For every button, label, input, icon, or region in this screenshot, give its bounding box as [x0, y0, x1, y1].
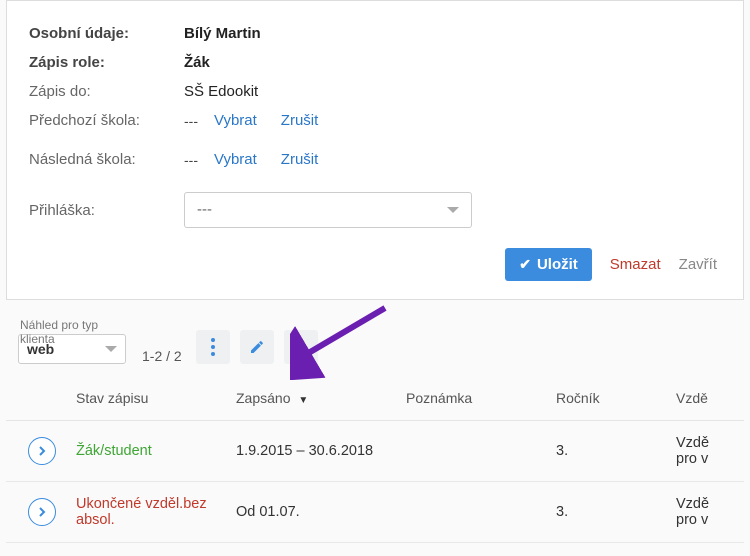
application-select[interactable]: --- [184, 192, 472, 228]
expand-row-button[interactable] [28, 437, 56, 465]
row-status[interactable]: Žák/student [76, 443, 152, 459]
next-school-cancel-link[interactable]: Zrušit [281, 151, 319, 168]
col-header-edu[interactable]: Vzdě [666, 376, 744, 421]
row-enrolled: Od 01.07. [226, 482, 396, 543]
col-header-note[interactable]: Poznámka [396, 376, 546, 421]
row-edu: Vzdě pro v [666, 421, 744, 482]
prev-school-label: Předchozí škola: [29, 112, 184, 129]
next-school-label: Následná škola: [29, 151, 184, 168]
prev-school-cancel-link[interactable]: Zrušit [281, 112, 319, 129]
col-header-status[interactable]: Stav zápisu [66, 376, 226, 421]
table-row: Žák/student 1.9.2015 – 30.6.2018 3.Vzdě pr… [6, 421, 744, 482]
col-header-year[interactable]: Ročník [546, 376, 666, 421]
vertical-dots-icon [211, 338, 215, 356]
close-button[interactable]: Zavřít [679, 256, 717, 273]
chevron-down-icon [447, 207, 459, 213]
client-type-label: Náhled pro typ klienta [20, 318, 126, 346]
table-row: Ukončené vzděl.bez absol. Od 01.07. 3.Vzdě… [6, 482, 744, 543]
prev-school-select-link[interactable]: Vybrat [214, 112, 257, 129]
role-label: Zápis role: [29, 54, 184, 71]
form-panel: Osobní údaje: Bílý Martin Zápis role: Žá… [6, 0, 744, 300]
personal-value: Bílý Martin [184, 25, 261, 42]
col-header-enrolled[interactable]: Zapsáno ▼ [226, 376, 396, 421]
row-status[interactable]: Ukončené vzděl.bez absol. [76, 496, 207, 528]
next-school-value: --- [184, 152, 214, 168]
application-label: Přihláška: [29, 202, 184, 219]
prev-school-value: --- [184, 113, 214, 129]
delete-button[interactable]: Smazat [610, 256, 661, 273]
row-edu: Vzdě pro v [666, 482, 744, 543]
row-enrolled: 1.9.2015 – 30.6.2018 [226, 421, 396, 482]
row-year: 3. [546, 482, 666, 543]
add-button[interactable] [284, 330, 318, 364]
save-button-label: Uložit [537, 256, 578, 273]
next-school-select-link[interactable]: Vybrat [214, 151, 257, 168]
chevron-right-icon [37, 506, 47, 518]
plus-icon [293, 339, 309, 355]
pencil-icon [249, 339, 265, 355]
expand-row-button[interactable] [28, 498, 56, 526]
row-year: 3. [546, 421, 666, 482]
check-icon: ✔ [519, 256, 531, 273]
personal-label: Osobní údaje: [29, 25, 184, 42]
enroll-to-value: SŠ Edookit [184, 83, 258, 100]
list-panel: Náhled pro typ klienta web 1-2 / 2 Stav … [0, 316, 750, 543]
more-actions-button[interactable] [196, 330, 230, 364]
enroll-to-label: Zápis do: [29, 83, 184, 100]
row-note [396, 421, 546, 482]
sort-desc-icon: ▼ [298, 395, 308, 406]
enrollment-table: Stav zápisu Zapsáno ▼ Poznámka Ročník Vz… [6, 376, 744, 543]
save-button[interactable]: ✔ Uložit [505, 248, 592, 281]
role-value: Žák [184, 54, 210, 71]
chevron-right-icon [37, 445, 47, 457]
application-select-value: --- [197, 193, 212, 227]
row-note [396, 482, 546, 543]
edit-button[interactable] [240, 330, 274, 364]
pager-text: 1-2 / 2 [142, 348, 182, 364]
chevron-down-icon [105, 346, 117, 352]
